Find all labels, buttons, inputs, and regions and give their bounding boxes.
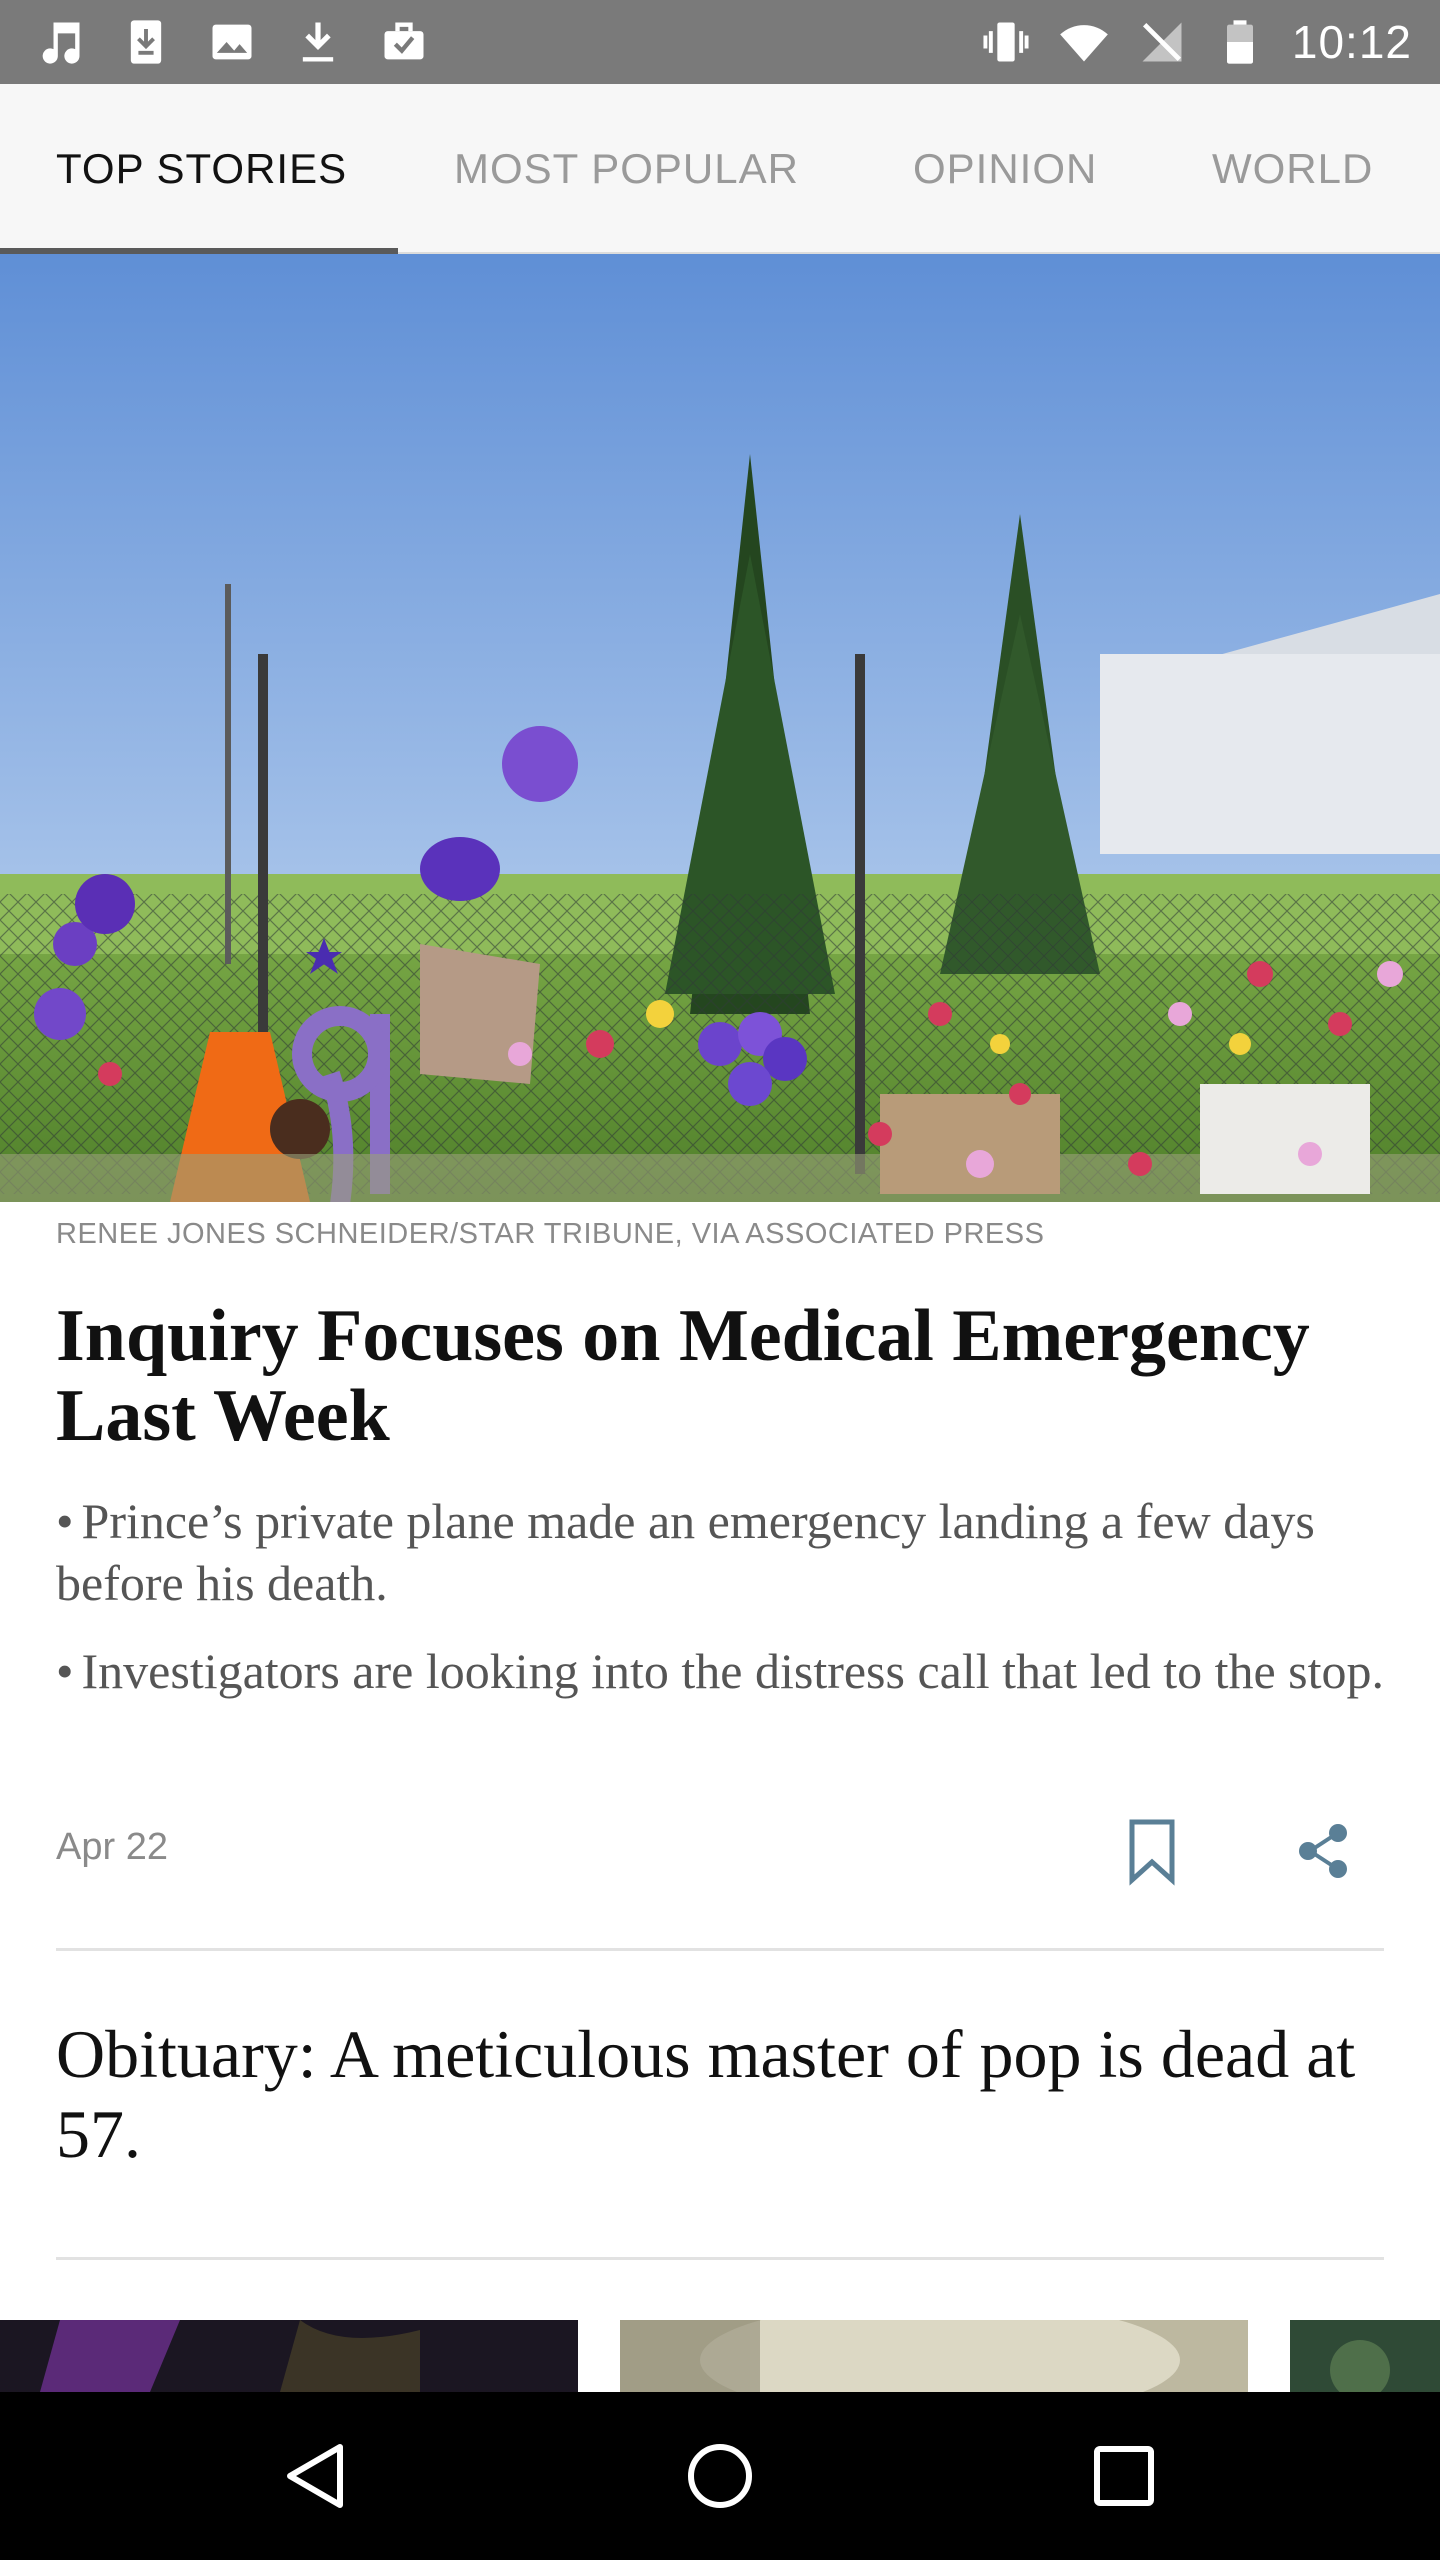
- home-icon: [688, 2444, 752, 2508]
- bullet-text: Investigators are looking into the distr…: [81, 1643, 1385, 1699]
- lead-story-bullet: • Prince’s private plane made an emergenc…: [56, 1490, 1396, 1614]
- clock: 10:12: [1291, 16, 1412, 68]
- bullet-dot-icon: •: [56, 1493, 74, 1549]
- recents-icon: [1094, 2446, 1154, 2506]
- tab-top-stories[interactable]: TOP STORIES: [56, 84, 347, 254]
- back-icon: [287, 2444, 343, 2508]
- lead-story-photo[interactable]: [0, 254, 1440, 1202]
- story-thumbnails: [0, 2320, 1440, 2392]
- home-button[interactable]: [640, 2392, 800, 2560]
- status-bar: 10:12: [0, 0, 1440, 84]
- lead-story-headline[interactable]: Inquiry Focuses on Medical Emergency Las…: [56, 1296, 1386, 1456]
- divider: [56, 1948, 1384, 1951]
- vibrate-icon: [980, 16, 1032, 68]
- story-date: Apr 22: [56, 1826, 168, 1868]
- tab-opinion[interactable]: OPINION: [913, 84, 1097, 254]
- tab-world[interactable]: WORLD: [1212, 84, 1373, 254]
- story-thumbnail[interactable]: [1290, 2320, 1440, 2392]
- photo-credit: RENEE JONES SCHNEIDER/STAR TRIBUNE, VIA …: [56, 1218, 1045, 1250]
- bookmark-icon: [1129, 1819, 1175, 1886]
- download-icon: [292, 16, 344, 68]
- no-signal-icon: [1136, 16, 1188, 68]
- lead-story-bullet: • Investigators are looking into the dist…: [56, 1640, 1396, 1702]
- recents-button[interactable]: [1044, 2392, 1204, 2560]
- notification-icons: [34, 0, 430, 84]
- story-thumbnail[interactable]: [620, 2320, 1248, 2392]
- system-navigation-bar: [0, 2392, 1440, 2560]
- image-icon: [206, 16, 258, 68]
- wifi-icon: [1058, 16, 1110, 68]
- download-box-icon: [120, 16, 172, 68]
- second-story-headline[interactable]: Obituary: A meticulous master of pop is …: [56, 2014, 1396, 2174]
- share-button[interactable]: [1292, 1820, 1354, 1882]
- divider: [56, 2257, 1384, 2260]
- story-thumbnail[interactable]: [0, 2320, 578, 2392]
- system-status-icons: 10:12: [980, 0, 1412, 84]
- share-icon: [1299, 1824, 1347, 1878]
- battery-icon: [1214, 16, 1266, 68]
- bullet-dot-icon: •: [56, 1643, 74, 1699]
- music-icon: [34, 16, 86, 68]
- tab-most-popular[interactable]: MOST POPULAR: [454, 84, 799, 254]
- back-button[interactable]: [236, 2392, 396, 2560]
- section-tabs: TOP STORIES MOST POPULAR OPINION WORLD: [0, 84, 1440, 254]
- briefcase-check-icon: [378, 16, 430, 68]
- bullet-text: Prince’s private plane made an emergency…: [56, 1493, 1315, 1611]
- bookmark-button[interactable]: [1120, 1816, 1184, 1888]
